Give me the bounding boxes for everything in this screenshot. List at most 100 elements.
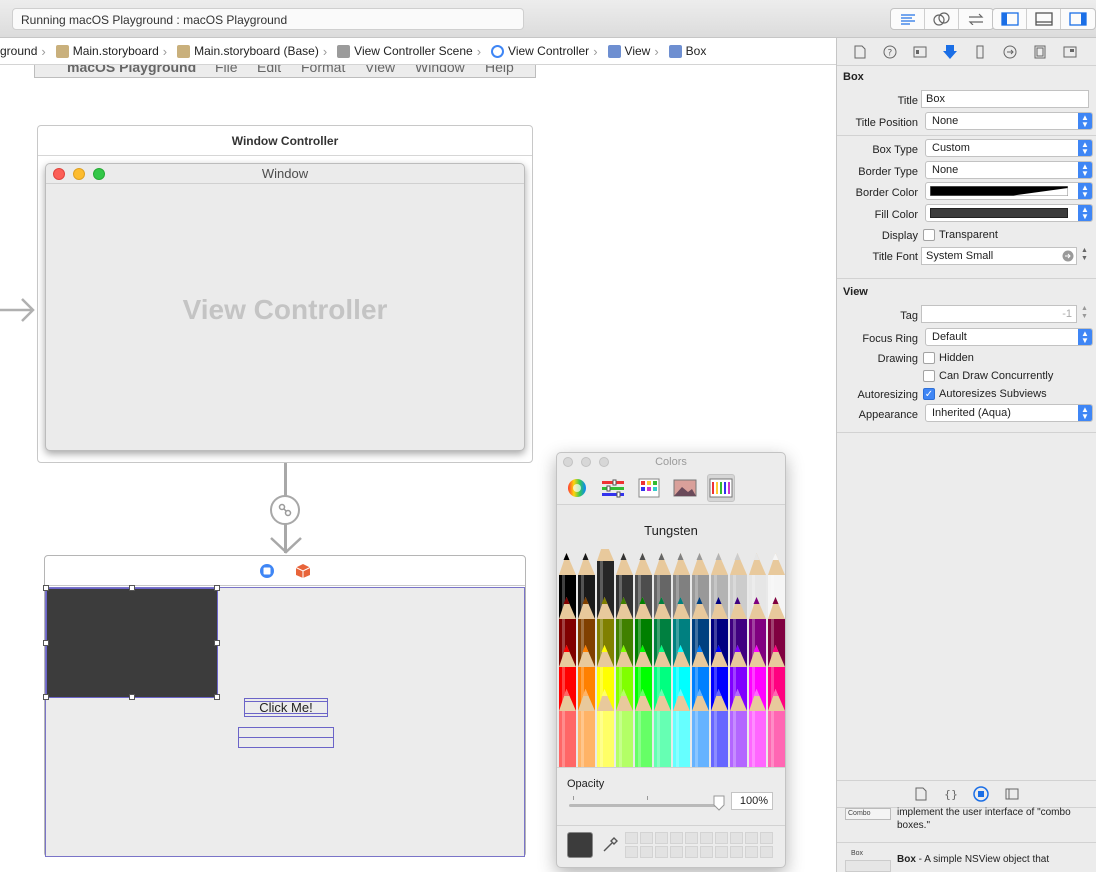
- connections-inspector-icon[interactable]: [1001, 43, 1019, 61]
- opacity-slider[interactable]: [569, 804, 719, 807]
- color-sliders-icon[interactable]: [599, 474, 627, 502]
- code-snippet-library-icon[interactable]: {}: [943, 787, 957, 801]
- resize-handle[interactable]: [43, 640, 49, 646]
- debug-area-toggle-icon[interactable]: [1027, 9, 1061, 29]
- resize-handle[interactable]: [43, 585, 49, 591]
- hidden-checkbox[interactable]: [923, 352, 935, 364]
- tag-field[interactable]: -1: [921, 305, 1077, 323]
- font-picker-icon[interactable]: [1062, 250, 1074, 262]
- current-color-well[interactable]: [567, 832, 593, 858]
- colors-panel[interactable]: Colors Tungsten Opacity 100%: [556, 452, 786, 868]
- attributes-inspector-icon[interactable]: [941, 43, 959, 61]
- image-palettes-icon[interactable]: [671, 474, 699, 502]
- swatch-slot[interactable]: [715, 832, 728, 844]
- swatch-slot[interactable]: [715, 846, 728, 858]
- swatch-slot[interactable]: [685, 846, 698, 858]
- font-size-stepper[interactable]: ▲ ▼: [1081, 247, 1091, 265]
- swatch-slot[interactable]: [760, 846, 773, 858]
- border-color-well[interactable]: ▲ ▼: [925, 182, 1093, 200]
- breadcrumb-view-controller[interactable]: View Controller ›: [485, 44, 602, 59]
- window-controller-scene[interactable]: Window Controller Window View Controller: [37, 125, 533, 463]
- size-inspector-icon[interactable]: [971, 43, 989, 61]
- file-inspector-icon[interactable]: [851, 43, 869, 61]
- identity-inspector-icon[interactable]: [911, 43, 929, 61]
- swatch-slot[interactable]: [685, 832, 698, 844]
- swatch-slot[interactable]: [670, 846, 683, 858]
- segue-icon[interactable]: [270, 495, 300, 525]
- breadcrumb-storyboard-base[interactable]: Main.storyboard (Base) ›: [171, 44, 331, 59]
- breadcrumb-scene[interactable]: View Controller Scene ›: [331, 44, 485, 59]
- breadcrumb-project[interactable]: ground ›: [0, 44, 50, 59]
- resize-handle[interactable]: [43, 694, 49, 700]
- eyedropper-icon[interactable]: [601, 836, 619, 854]
- bindings-inspector-icon[interactable]: [1031, 43, 1049, 61]
- resize-handle[interactable]: [214, 585, 220, 591]
- fill-color-well[interactable]: ▲ ▼: [925, 204, 1093, 222]
- title-position-popup[interactable]: None ▲ ▼: [925, 112, 1093, 130]
- focus-ring-popup[interactable]: Default ▲ ▼: [925, 328, 1093, 346]
- border-type-popup[interactable]: None ▲ ▼: [925, 161, 1093, 179]
- title-font-field[interactable]: System Small: [921, 247, 1077, 265]
- swatch-slot[interactable]: [640, 832, 653, 844]
- appearance-popup[interactable]: Inherited (Aqua) ▲ ▼: [925, 404, 1093, 422]
- file-template-library-icon[interactable]: [915, 787, 927, 801]
- can-draw-concurrently-checkbox[interactable]: [923, 370, 935, 382]
- breadcrumb-box[interactable]: Box: [663, 44, 711, 58]
- opacity-slider-thumb[interactable]: [713, 795, 725, 811]
- swatch-slot[interactable]: [745, 832, 758, 844]
- root-view[interactable]: Click Me!: [43, 585, 525, 857]
- utilities-toggle-icon[interactable]: [1061, 9, 1095, 29]
- swatch-slot[interactable]: [670, 832, 683, 844]
- swatch-slot[interactable]: [625, 846, 638, 858]
- view-effects-inspector-icon[interactable]: [1061, 43, 1079, 61]
- close-button-icon[interactable]: [563, 457, 573, 467]
- swatch-slot[interactable]: [655, 846, 668, 858]
- title-field[interactable]: Box: [921, 90, 1089, 108]
- view-controller-icon[interactable]: [259, 563, 275, 579]
- standard-editor-icon[interactable]: [891, 9, 925, 29]
- swatch-slot[interactable]: [745, 846, 758, 858]
- combo-box-thumbnail[interactable]: Combo: [845, 808, 891, 820]
- window-mockup[interactable]: Window View Controller: [45, 163, 525, 451]
- navigator-toggle-icon[interactable]: [993, 9, 1027, 29]
- resize-handle[interactable]: [214, 640, 220, 646]
- transparent-checkbox[interactable]: [923, 229, 935, 241]
- box-type-popup[interactable]: Custom ▲ ▼: [925, 139, 1093, 157]
- resize-handle[interactable]: [214, 694, 220, 700]
- selected-box[interactable]: [46, 588, 218, 698]
- click-me-button[interactable]: Click Me!: [244, 698, 328, 717]
- color-palettes-icon[interactable]: [635, 474, 663, 502]
- breadcrumb-storyboard-group[interactable]: Main.storyboard ›: [50, 44, 171, 59]
- pencils-icon[interactable]: [707, 473, 735, 502]
- swatch-slot[interactable]: [640, 846, 653, 858]
- swatch-slot[interactable]: [655, 832, 668, 844]
- box-library-item[interactable]: Box - A simple NSView object that: [897, 854, 1049, 865]
- first-responder-cube-icon[interactable]: [295, 563, 311, 579]
- swatch-slot[interactable]: [760, 832, 773, 844]
- breadcrumb-view[interactable]: View ›: [602, 44, 663, 59]
- text-field[interactable]: [238, 727, 334, 748]
- version-editor-icon[interactable]: [959, 9, 993, 29]
- media-library-icon[interactable]: [1005, 787, 1019, 801]
- swatch-slot[interactable]: [700, 832, 713, 844]
- minimize-button-icon[interactable]: [581, 457, 591, 467]
- quick-help-icon[interactable]: ?: [881, 43, 899, 61]
- custom-swatches[interactable]: [625, 832, 773, 860]
- box-thumbnail[interactable]: [845, 860, 891, 872]
- object-library-icon[interactable]: [973, 786, 989, 802]
- view-controller-scene[interactable]: Click Me!: [43, 555, 526, 857]
- assistant-editor-icon[interactable]: [925, 9, 959, 29]
- autoresizes-subviews-checkbox[interactable]: ✓: [923, 388, 935, 400]
- resize-handle[interactable]: [129, 585, 135, 591]
- swatch-slot[interactable]: [625, 832, 638, 844]
- opacity-field[interactable]: 100%: [731, 792, 773, 810]
- zoom-button-icon[interactable]: [599, 457, 609, 467]
- swatch-slot[interactable]: [700, 846, 713, 858]
- tag-stepper[interactable]: ▲ ▼: [1081, 305, 1091, 323]
- pencil-picker[interactable]: Tungsten: [557, 505, 785, 767]
- color-wheel-icon[interactable]: [563, 474, 591, 502]
- resize-handle[interactable]: [129, 694, 135, 700]
- pencil-grid[interactable]: [557, 549, 785, 767]
- swatch-slot[interactable]: [730, 832, 743, 844]
- swatch-slot[interactable]: [730, 846, 743, 858]
